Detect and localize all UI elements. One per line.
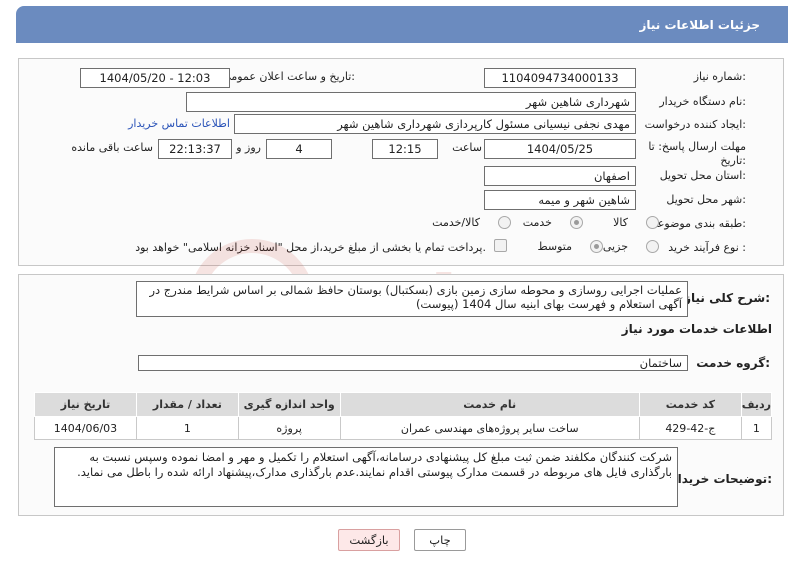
city-field: شاهین شهر و میمه (484, 190, 636, 210)
days-label: روز و (236, 141, 261, 154)
contact-buyer-link[interactable]: اطلاعات تماس خریدار (128, 117, 230, 130)
summary-text: عملیات اجرایی روسازی و محوطه سازی زمین ب… (149, 283, 682, 311)
buyer-org-label: نام دستگاه خریدار: (659, 95, 746, 108)
deadline-time-label: ساعت (452, 141, 482, 154)
col-qty-header: تعداد / مقدار (135, 392, 239, 417)
remaining-days-field: 4 (266, 139, 332, 159)
deadline-label-line2: تاریخ: (720, 154, 746, 167)
services-table: ردیف کد خدمت نام خدمت واحد اندازه گیری ت… (34, 392, 773, 440)
category-label: طبقه بندی موضوعی: (648, 217, 746, 230)
process-minor-radio[interactable] (646, 240, 659, 253)
services-table-header: ردیف کد خدمت نام خدمت واحد اندازه گیری ت… (34, 392, 773, 417)
category-goods-radio[interactable] (646, 216, 659, 229)
buyer-notes-text: شرکت کنندگان مکلفند ضمن ثبت مبلغ کل پیشن… (77, 450, 672, 479)
print-button[interactable]: چاپ (414, 529, 466, 551)
buyer-notes-label: توضیحات خریدار: (670, 472, 772, 486)
cell-need-date: 1404/06/03 (34, 416, 137, 440)
page-title: جزئیات اطلاعات نیاز (639, 17, 760, 32)
col-name-header: نام خدمت (339, 392, 640, 417)
process-minor-label: جزیی (602, 240, 628, 253)
category-service-label: خدمت (522, 216, 552, 229)
back-button[interactable]: بازگشت (338, 529, 400, 551)
page-header: جزئیات اطلاعات نیاز (16, 6, 788, 43)
cell-quantity: 1 (135, 416, 239, 440)
process-medium-radio[interactable] (590, 240, 603, 253)
col-date-header: تاریخ نیاز (34, 392, 137, 417)
buyer-notes-textbox: شرکت کنندگان مکلفند ضمن ثبت مبلغ کل پیشن… (54, 447, 678, 507)
creator-label: ایجاد کننده درخواست: (644, 118, 746, 131)
deadline-date-field: 1404/05/25 (484, 139, 636, 159)
category-mixed-label: کالا/خدمت (432, 216, 480, 229)
creator-field: مهدی نجفی نیسیانی مسئول کارپردازی شهردار… (234, 114, 636, 134)
category-goods-label: کالا (613, 216, 628, 229)
need-number-field: 1104094734000133 (484, 68, 636, 88)
need-number-label: شماره نیاز: (693, 70, 746, 83)
summary-label: شرح کلی نیاز: (684, 291, 770, 305)
category-mixed-radio[interactable] (498, 216, 511, 229)
city-label: شهر محل تحویل: (666, 193, 746, 206)
announce-field: 1404/05/20 - 12:03 (80, 68, 230, 88)
summary-textbox: عملیات اجرایی روسازی و محوطه سازی زمین ب… (136, 281, 688, 317)
announce-label: تاریخ و ساعت اعلان عمومی: (222, 70, 355, 83)
cell-service-name: ساخت سایر پروژه‌های مهندسی عمران (339, 416, 640, 440)
info-panel (18, 58, 784, 266)
treasury-payment-note: پرداخت تمام یا بخشی از مبلغ خرید،از محل … (135, 241, 486, 254)
deadline-time-field: 12:15 (372, 139, 438, 159)
table-row: 1 ج-42-429 ساخت سایر پروژه‌های مهندسی عم… (34, 416, 773, 440)
remaining-time-field: 22:13:37 (158, 139, 232, 159)
process-label: نوع فرآیند خرید : (668, 241, 746, 254)
remaining-time-label: ساعت باقی مانده (71, 141, 153, 154)
province-field: اصفهان (484, 166, 636, 186)
service-group-field: ساختمان (138, 355, 688, 371)
service-group-label: گروه خدمت: (696, 356, 770, 370)
cell-row-number: 1 (740, 416, 773, 440)
col-unit-header: واحد اندازه گیری (237, 392, 341, 417)
cell-unit: پروژه (237, 416, 341, 440)
process-medium-label: متوسط (537, 240, 572, 253)
buyer-org-field: شهرداری شاهین شهر (186, 92, 636, 112)
deadline-label-line1: مهلت ارسال پاسخ: تا (648, 140, 746, 153)
cell-service-code: ج-42-429 (638, 416, 742, 440)
province-label: استان محل تحویل: (659, 169, 746, 182)
services-section-title: اطلاعات خدمات مورد نیاز (621, 322, 772, 336)
treasury-payment-checkbox[interactable] (494, 239, 507, 252)
col-row-header: ردیف (740, 392, 773, 417)
col-code-header: کد خدمت (638, 392, 742, 417)
category-service-radio[interactable] (570, 216, 583, 229)
